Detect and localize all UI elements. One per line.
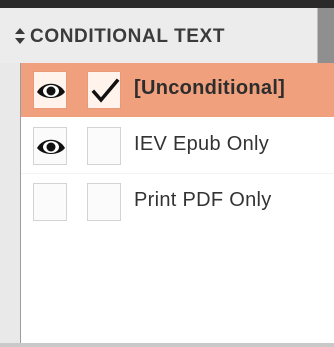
apply-checkbox[interactable] [87,127,121,165]
apply-checkbox[interactable] [87,71,121,109]
visibility-toggle[interactable] [33,71,67,109]
up-down-arrows-icon[interactable] [14,27,26,45]
adjacent-tab[interactable] [318,8,334,63]
visibility-toggle[interactable] [33,127,67,165]
panel-bottom-edge [0,343,334,347]
panel-tab[interactable]: CONDITIONAL TEXT [0,8,318,63]
condition-label: [Unconditional] [134,77,286,99]
eye-icon [37,139,65,154]
conditions-list: [Unconditional] IEV Epub Only Print PDF … [20,63,334,347]
checkmark-icon [91,78,120,103]
condition-row-iev-epub[interactable]: IEV Epub Only [21,119,334,173]
apply-checkbox[interactable] [87,183,121,221]
panel-title: CONDITIONAL TEXT [30,26,226,47]
condition-label: IEV Epub Only [134,133,270,155]
conditional-text-panel: [Unconditional] IEV Epub Only Print PDF … [0,63,334,347]
visibility-toggle[interactable] [33,183,67,221]
condition-row-print-pdf[interactable]: Print PDF Only [21,175,334,229]
row-divider [21,173,334,174]
condition-label: Print PDF Only [134,189,272,211]
window-top-edge [0,0,334,8]
eye-icon [37,83,65,98]
condition-row-unconditional[interactable]: [Unconditional] [21,63,334,117]
